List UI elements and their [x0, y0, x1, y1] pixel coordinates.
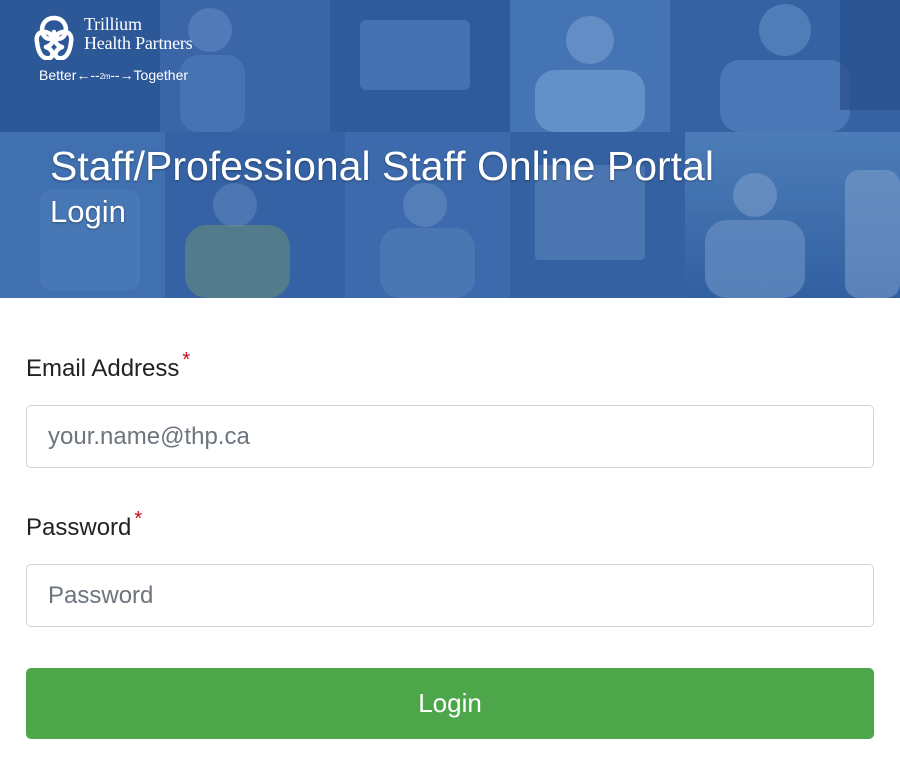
login-button[interactable]: Login	[26, 668, 874, 739]
brand-name-line2: Health Partners	[84, 33, 193, 53]
left-arrow-icon: ←--	[76, 67, 100, 83]
brand-name: Trillium Health Partners	[84, 14, 193, 53]
tagline-distance: 2m	[99, 71, 111, 81]
page-title-block: Staff/Professional Staff Online Portal L…	[50, 142, 714, 232]
page-title: Staff/Professional Staff Online Portal	[50, 143, 714, 189]
email-label-text: Email Address	[26, 355, 180, 382]
brand-tagline: Better←--2m--→Together	[39, 67, 188, 83]
trillium-flower-icon	[34, 15, 74, 60]
password-input[interactable]	[26, 564, 874, 627]
email-input[interactable]	[26, 405, 874, 468]
tagline-left: Better	[39, 67, 77, 83]
thp-logo[interactable]: Trillium Health Partners Better←--2m--→T…	[30, 12, 240, 92]
brand-name-line1: Trillium	[84, 14, 142, 34]
email-required-marker: *	[182, 349, 191, 371]
email-label: Email Address *	[26, 349, 190, 384]
password-label: Password *	[26, 508, 142, 543]
page-subtitle: Login	[50, 194, 126, 229]
tagline-right: Together	[133, 67, 189, 83]
header-banner: Trillium Health Partners Better←--2m--→T…	[0, 0, 900, 298]
right-arrow-icon: --→	[110, 67, 134, 83]
password-label-text: Password	[26, 514, 132, 541]
password-required-marker: *	[134, 508, 143, 530]
